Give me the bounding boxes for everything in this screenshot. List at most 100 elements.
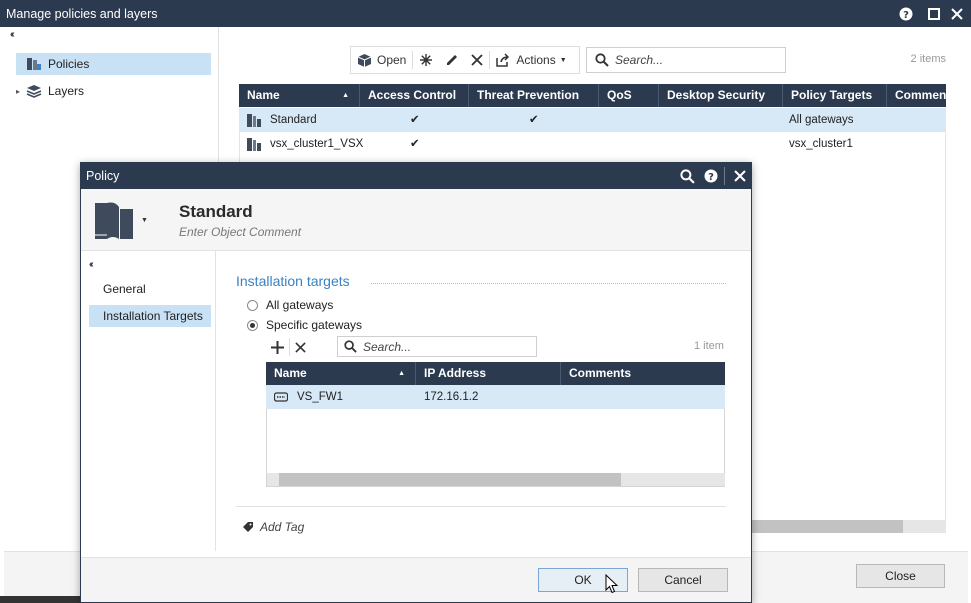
row-name: vsx_cluster1_VSX	[270, 138, 364, 150]
object-icon-button[interactable]: ▼	[93, 199, 148, 241]
policies-icon	[27, 58, 41, 70]
background-strip	[0, 596, 80, 603]
column-header-desktop-security[interactable]: Desktop Security	[659, 84, 783, 107]
new-button[interactable]	[413, 47, 439, 73]
gateway-icon	[274, 392, 288, 416]
radio-button-checked[interactable]	[247, 319, 258, 331]
expand-arrow-icon[interactable]: ▸	[16, 87, 26, 96]
row-ip-address: 172.16.1.2	[424, 391, 479, 403]
open-box-icon	[357, 54, 372, 67]
table-row[interactable]: VS_FW1 172.16.1.2	[266, 385, 725, 409]
column-header-policy-targets[interactable]: Policy Targets	[783, 84, 887, 107]
column-header-name[interactable]: Name ▲	[266, 362, 416, 385]
horizontal-scrollbar[interactable]	[267, 473, 725, 486]
mouse-cursor-icon	[605, 574, 619, 594]
items-count: 1 item	[694, 340, 724, 352]
column-header-name[interactable]: Name ▲	[239, 84, 360, 107]
search-placeholder: Search...	[615, 53, 664, 67]
section-title: Installation targets	[236, 273, 350, 289]
actions-label: Actions	[516, 53, 556, 67]
items-count: 2 items	[910, 53, 946, 65]
column-header-comments[interactable]: Commen	[887, 84, 946, 107]
actions-button[interactable]: Actions ▼	[490, 47, 572, 73]
object-header: ▼ Standard Enter Object Comment	[81, 189, 751, 251]
radio-label: Specific gateways	[266, 318, 363, 332]
svg-text:?: ?	[708, 172, 714, 183]
dialog-footer: OK Cancel	[81, 557, 751, 602]
dropdown-arrow-icon: ▼	[141, 216, 148, 224]
remove-button[interactable]	[290, 334, 311, 360]
radio-all-gateways[interactable]: All gateways	[247, 298, 333, 312]
policy-dialog: Policy ? ▼ Standard Enter Object Comment…	[80, 162, 752, 603]
sort-asc-icon: ▲	[342, 92, 349, 99]
targets-search-input[interactable]: Search...	[337, 336, 537, 357]
delete-x-icon	[295, 341, 306, 353]
maximize-icon[interactable]	[924, 4, 944, 24]
column-label: Name	[274, 366, 307, 380]
column-header-comments[interactable]: Comments	[561, 362, 725, 385]
row-access-control-check: ✔	[410, 138, 420, 150]
help-icon[interactable]: ?	[701, 166, 721, 186]
scrollbar-thumb[interactable]	[752, 520, 903, 533]
targets-toolbar	[266, 335, 311, 359]
nav-item-layers[interactable]: ▸ Layers	[16, 80, 211, 102]
cancel-button[interactable]: Cancel	[638, 568, 728, 592]
dropdown-arrow-icon: ▼	[559, 56, 567, 64]
open-label: Open	[377, 53, 407, 67]
object-comment-field[interactable]: Enter Object Comment	[179, 225, 301, 239]
row-name: VS_FW1	[297, 391, 344, 403]
scrollbar-thumb[interactable]	[279, 473, 621, 486]
add-tag-button[interactable]: Add Tag	[242, 520, 304, 534]
plus-icon	[271, 340, 284, 354]
titlebar-divider	[724, 167, 725, 185]
search-placeholder: Search...	[363, 339, 412, 354]
row-name: Standard	[270, 114, 317, 126]
radio-button[interactable]	[247, 299, 258, 311]
table-row[interactable]: vsx_cluster1_VSX ✔ vsx_cluster1	[239, 132, 946, 156]
object-name[interactable]: Standard	[179, 202, 253, 222]
close-icon[interactable]	[730, 166, 750, 186]
policy-package-icon	[247, 138, 261, 162]
nav-item-installation-targets[interactable]: Installation Targets	[89, 305, 211, 327]
dialog-title: Policy	[86, 169, 120, 183]
search-icon	[595, 53, 609, 67]
search-input[interactable]: Search...	[586, 47, 786, 73]
open-button[interactable]: Open	[351, 47, 412, 73]
radio-label: All gateways	[266, 298, 334, 312]
dialog-titlebar: Policy ?	[81, 163, 751, 189]
row-policy-targets: All gateways	[789, 114, 854, 126]
column-header-threat-prevention[interactable]: Threat Prevention	[469, 84, 599, 107]
collapse-icon[interactable]: ‹‹	[10, 29, 14, 40]
pencil-icon	[447, 55, 458, 65]
tag-divider	[236, 506, 726, 507]
nav-item-policies[interactable]: Policies	[16, 53, 211, 75]
search-icon[interactable]	[677, 166, 697, 186]
column-header-ip-address[interactable]: IP Address	[416, 362, 561, 385]
column-header-access-control[interactable]: Access Control	[360, 84, 469, 107]
search-icon	[344, 340, 357, 353]
new-star-icon	[420, 54, 433, 66]
close-icon[interactable]	[947, 4, 967, 24]
help-icon[interactable]: ?	[896, 4, 916, 24]
close-button[interactable]: Close	[856, 564, 945, 588]
column-label: Name	[247, 88, 280, 102]
export-icon	[496, 53, 510, 67]
column-header-qos[interactable]: QoS	[599, 84, 659, 107]
delete-button[interactable]	[465, 47, 489, 73]
collapse-icon[interactable]: ‹‹	[89, 259, 93, 270]
row-access-control-check: ✔	[410, 114, 420, 126]
table-row[interactable]: Standard ✔ ✔ All gateways	[239, 108, 946, 132]
window-title: Manage policies and layers	[6, 7, 158, 21]
main-toolbar: Open Actions ▼	[350, 46, 580, 74]
horizontal-scrollbar[interactable]	[752, 520, 946, 533]
radio-specific-gateways[interactable]: Specific gateways	[247, 318, 362, 332]
nav-item-label: Policies	[48, 57, 90, 71]
svg-text:?: ?	[903, 10, 909, 21]
add-button[interactable]	[266, 334, 289, 360]
edit-button[interactable]	[439, 47, 465, 73]
window-titlebar: Manage policies and layers ?	[0, 0, 971, 27]
row-threat-prevention-check: ✔	[529, 114, 539, 126]
policy-book-icon	[95, 202, 133, 239]
row-policy-targets: vsx_cluster1	[789, 138, 853, 150]
nav-item-general[interactable]: General	[89, 278, 211, 300]
